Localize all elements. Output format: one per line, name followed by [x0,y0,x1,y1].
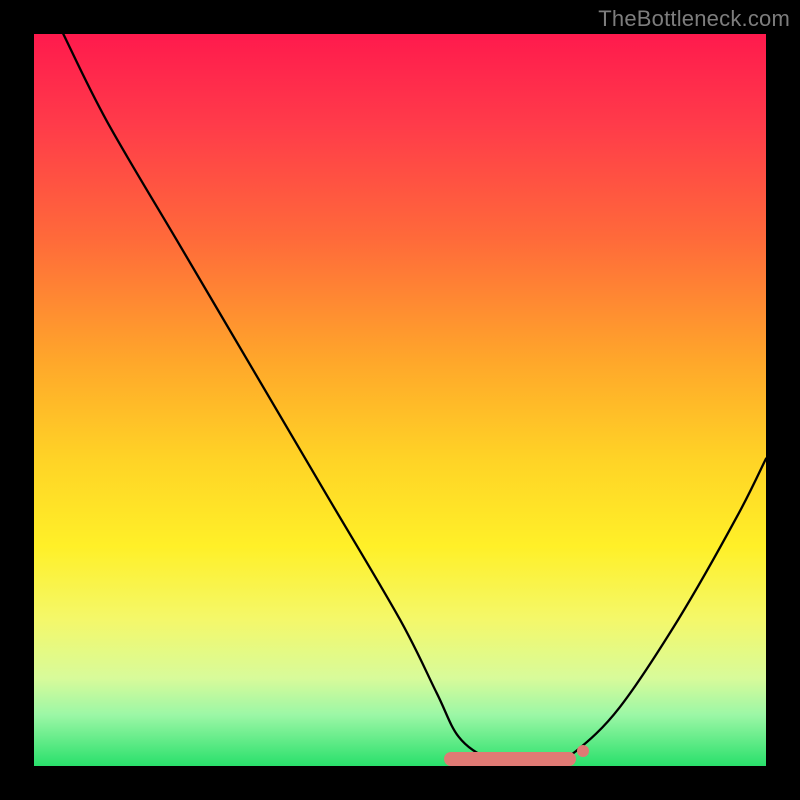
plot-area [34,34,766,766]
curve-path [63,34,766,767]
chart-frame: TheBottleneck.com [0,0,800,800]
watermark-text: TheBottleneck.com [598,6,790,32]
optimal-range-marker [444,752,576,766]
bottleneck-curve [34,34,766,766]
